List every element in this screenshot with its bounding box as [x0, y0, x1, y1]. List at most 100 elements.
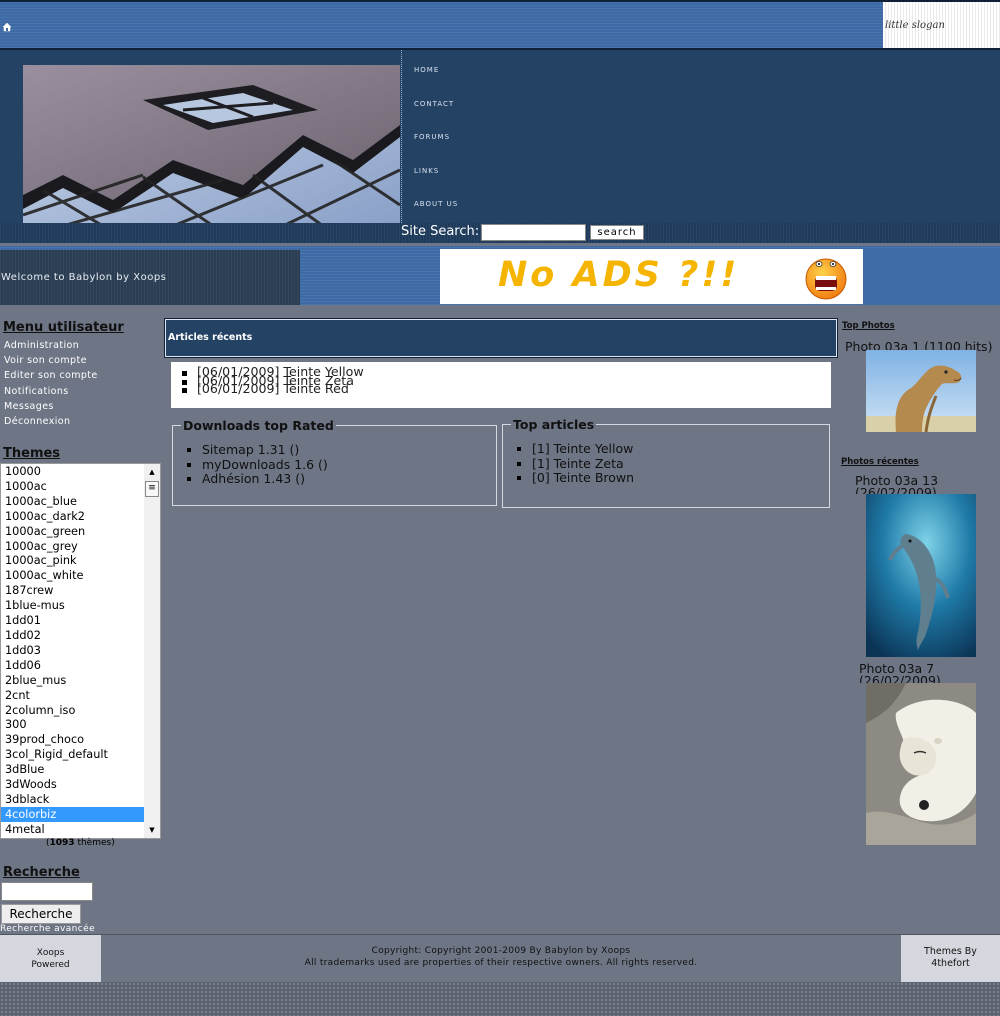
downloads-list: Sitemap 1.31 () myDownloads 1.6 () Adhés… [187, 442, 496, 487]
theme-option[interactable]: 1000ac_pink [1, 553, 144, 568]
site-search-label: Site Search: [401, 224, 480, 239]
nav-home[interactable]: Home [414, 64, 458, 98]
top-article-item: [1] Teinte Zeta [517, 456, 829, 472]
theme-option[interactable]: 1dd02 [1, 628, 144, 643]
copyright-text: Copyright: Copyright 2001-2009 By Babylo… [371, 946, 631, 956]
top-article-item: [1] Teinte Yellow [517, 441, 829, 457]
themes-count: (1093 thèmes) [46, 838, 115, 848]
search-block-input[interactable] [1, 882, 93, 901]
site-slogan: little slogan [883, 2, 1000, 48]
theme-option[interactable]: 2column_iso [1, 703, 144, 718]
recent-articles-box: [06/01/2009] Teinte Yellow [06/01/2009] … [171, 362, 831, 408]
recent-photos-title: Photos récentes [841, 457, 919, 467]
user-menu: Administration Voir son compte Editer so… [4, 338, 98, 429]
theme-option[interactable]: 4metal [1, 822, 144, 837]
photo-caption[interactable]: Photo 03a 13 (26/02/2009) [855, 475, 995, 494]
welcome-panel: Welcome to Babylon by Xoops [0, 250, 300, 305]
advanced-search-link[interactable]: Recherche avancée [0, 924, 95, 934]
ad-text: No ADS ?!! [498, 255, 740, 295]
themes-by-badge[interactable]: Themes By 4thefort [901, 935, 1000, 983]
header-divider [401, 50, 402, 223]
polar-bear-photo[interactable] [866, 683, 976, 845]
recent-article-link[interactable]: [06/01/2009] Teinte Red [197, 381, 349, 396]
theme-option[interactable]: 3dBlue [1, 762, 144, 777]
recent-article-item[interactable]: [06/01/2009] Teinte Red [182, 382, 364, 395]
site-search-bar: Site Search: search [0, 223, 1000, 243]
nav-contact[interactable]: Contact [414, 98, 458, 132]
theme-option[interactable]: 3col_Rigid_default [1, 747, 144, 762]
user-menu-title: Menu utilisateur [3, 320, 124, 335]
themes-count-suffix: thèmes) [74, 838, 115, 848]
themes-title: Themes [3, 446, 61, 461]
top-article-link[interactable]: [1] Teinte Zeta [532, 456, 624, 471]
main-nav: Home Contact Forums Links About us [414, 64, 458, 232]
scroll-down-arrow-icon[interactable]: ▼ [144, 822, 160, 838]
footer-right-line2: 4thefort [931, 958, 970, 969]
welcome-text: Welcome to Babylon by Xoops [1, 272, 167, 283]
camel-photo[interactable] [866, 350, 976, 432]
recent-articles-list: [06/01/2009] Teinte Yellow [06/01/2009] … [182, 365, 364, 395]
search-block-title: Recherche [3, 865, 80, 880]
theme-option[interactable]: 300 [1, 717, 144, 732]
theme-option[interactable]: 2cnt [1, 688, 144, 703]
nav-forums[interactable]: Forums [414, 131, 458, 165]
nav-links[interactable]: Links [414, 165, 458, 199]
menu-item-view-account[interactable]: Voir son compte [4, 353, 98, 368]
top-photos-title: Top Photos [842, 321, 895, 331]
theme-option[interactable]: 1000ac [1, 479, 144, 494]
menu-item-notifications[interactable]: Notifications [4, 384, 98, 399]
theme-option[interactable]: 3dWoods [1, 777, 144, 792]
top-article-link[interactable]: [0] Teinte Brown [532, 470, 634, 485]
theme-option[interactable]: 10000 [1, 464, 144, 479]
bottom-strip [0, 982, 1000, 1016]
menu-item-administration[interactable]: Administration [4, 338, 98, 353]
footer-left-line2: Powered [31, 960, 70, 970]
ad-banner[interactable]: No ADS ?!! [440, 249, 863, 304]
downloads-title: Downloads top Rated [183, 418, 334, 433]
top-article-item: [0] Teinte Brown [517, 470, 829, 486]
themes-listbox[interactable]: 10000 1000ac 1000ac_blue 1000ac_dark2 1000ac… [0, 463, 161, 839]
home-icon[interactable] [2, 22, 12, 32]
dolphin-photo[interactable] [866, 494, 976, 657]
welcome-strip: Welcome to Babylon by Xoops No ADS ?!! [0, 246, 1000, 305]
recent-articles-title: Articles récents [168, 332, 253, 343]
theme-option[interactable]: 1dd01 [1, 613, 144, 628]
site-search-input[interactable] [481, 224, 586, 241]
footer-copyright: Copyright: Copyright 2001-2009 By Babylo… [101, 945, 901, 969]
theme-option[interactable]: 4colorbiz [1, 806, 144, 822]
theme-option[interactable]: 1000ac_white [1, 568, 144, 583]
top-articles-list: [1] Teinte Yellow [1] Teinte Zeta [0] Te… [517, 441, 829, 486]
theme-option[interactable]: 3dblack [1, 792, 144, 807]
downloads-box: Downloads top Rated Sitemap 1.31 () myDo… [172, 418, 497, 506]
header: Home Contact Forums Links About us Site … [0, 50, 1000, 243]
site-search-button[interactable]: search [590, 225, 644, 240]
theme-option[interactable]: 1000ac_green [1, 524, 144, 539]
menu-item-edit-account[interactable]: Editer son compte [4, 368, 98, 383]
photo-caption[interactable]: Photo 03a 7 (26/02/2009) [859, 663, 999, 683]
themes-scrollbar[interactable]: ▲ ≡ ▼ [144, 464, 160, 838]
top-bar: little slogan [0, 0, 1000, 50]
theme-option[interactable]: 1dd06 [1, 658, 144, 673]
search-block-button[interactable]: Recherche [1, 904, 81, 924]
footer: Xoops Powered Copyright: Copyright 2001-… [0, 934, 1000, 983]
menu-item-messages[interactable]: Messages [4, 399, 98, 414]
welcome-right-panel [863, 250, 1000, 305]
scroll-thumb[interactable]: ≡ [145, 481, 159, 497]
menu-item-logout[interactable]: Déconnexion [4, 414, 98, 429]
recent-articles-header: Articles récents [164, 318, 838, 358]
theme-option[interactable]: 39prod_choco [1, 732, 144, 747]
top-article-link[interactable]: [1] Teinte Yellow [532, 441, 633, 456]
theme-option[interactable]: 1blue-mus [1, 598, 144, 613]
theme-option[interactable]: 187crew [1, 583, 144, 598]
theme-option[interactable]: 1000ac_blue [1, 494, 144, 509]
xoops-powered-badge[interactable]: Xoops Powered [0, 935, 101, 983]
footer-right-line1: Themes By [924, 946, 977, 957]
theme-option[interactable]: 1dd03 [1, 643, 144, 658]
theme-option[interactable]: 2blue_mus [1, 673, 144, 688]
scroll-up-arrow-icon[interactable]: ▲ [144, 464, 160, 480]
theme-option[interactable]: 1000ac_grey [1, 539, 144, 554]
download-link[interactable]: Sitemap 1.31 () [202, 442, 299, 457]
download-link[interactable]: myDownloads 1.6 () [202, 457, 328, 472]
download-link[interactable]: Adhésion 1.43 () [202, 471, 305, 486]
theme-option[interactable]: 1000ac_dark2 [1, 509, 144, 524]
